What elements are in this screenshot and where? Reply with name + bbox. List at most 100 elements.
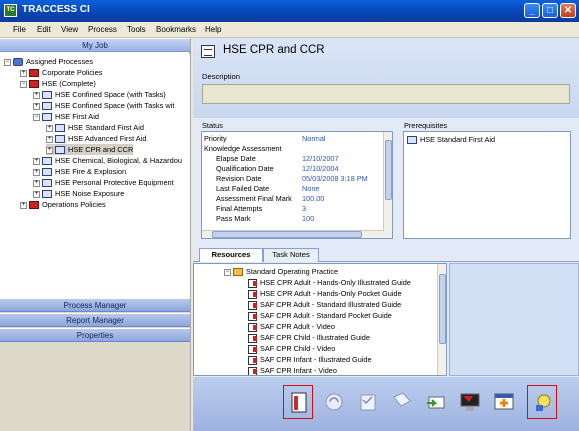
hint-button[interactable]	[527, 385, 557, 419]
tree-node[interactable]: − HSE (Complete)	[20, 78, 96, 89]
tree-node[interactable]: − HSE First Aid	[33, 111, 99, 122]
tree-node-selected[interactable]: + HSE CPR and CCR	[46, 144, 134, 155]
expand-icon[interactable]: +	[33, 157, 40, 165]
expand-icon[interactable]: +	[33, 168, 40, 176]
status-row: Qualification Date 12/10/2004	[216, 164, 339, 173]
status-row: Pass Mark 100	[216, 214, 315, 223]
menu-view[interactable]: View	[61, 25, 78, 34]
document-icon	[248, 300, 257, 310]
resource-item[interactable]: SAF CPR Adult - Standard Pocket Guide	[248, 310, 392, 321]
status-row: Elapse Date 12/10/2007	[216, 154, 339, 163]
tree-node[interactable]: + HSE Confined Space (with Tasks)	[33, 89, 166, 100]
resource-item[interactable]: SAF CPR Adult - Standard Illustrated Gui…	[248, 299, 401, 310]
open-document-button[interactable]	[283, 385, 313, 419]
resource-item[interactable]: SAF CPR Child - Illustrated Guide	[248, 332, 370, 343]
resource-folder[interactable]: − Standard Operating Practice	[224, 266, 338, 277]
expand-icon[interactable]: +	[33, 102, 40, 110]
notes-button[interactable]	[387, 385, 417, 419]
send-button[interactable]	[421, 385, 451, 419]
resource-item[interactable]: SAF CPR Adult - Video	[248, 321, 335, 332]
minimize-button[interactable]: _	[524, 3, 540, 18]
menu-bookmarks[interactable]: Bookmarks	[156, 25, 196, 34]
tree-node[interactable]: + Operations Policies	[20, 199, 106, 210]
collapse-icon[interactable]: −	[33, 113, 40, 121]
prerequisites-panel: HSE Standard First Aid	[403, 131, 571, 239]
tree-node[interactable]: + HSE Standard First Aid	[46, 122, 144, 133]
resource-item[interactable]: SAF CPR Infant - Video	[248, 365, 337, 375]
resources-scrollbar[interactable]	[437, 264, 446, 375]
broadcast-button[interactable]	[319, 385, 349, 419]
document-icon	[248, 355, 257, 365]
status-row: Final Attempts 3	[216, 204, 307, 213]
menu-file[interactable]: File	[13, 25, 26, 34]
menu-edit[interactable]: Edit	[37, 25, 51, 34]
tree-node[interactable]: + HSE Confined Space (with Tasks wit	[33, 100, 174, 111]
present-button[interactable]	[455, 385, 485, 419]
expand-icon[interactable]: +	[20, 201, 27, 209]
process-icon	[42, 102, 52, 111]
resource-item[interactable]: HSE CPR Adult - Hands-Only Pocket Guide	[248, 288, 402, 299]
status-scrollbar[interactable]	[383, 132, 392, 238]
process-icon	[55, 135, 65, 144]
tab-resources[interactable]: Resources	[199, 248, 263, 262]
process-title: HSE CPR and CCR	[223, 44, 325, 56]
process-manager-button[interactable]: Process Manager	[0, 298, 190, 312]
policy-icon	[29, 201, 39, 210]
menu-process[interactable]: Process	[88, 25, 117, 34]
expand-icon[interactable]: +	[46, 124, 53, 132]
process-doc-icon	[201, 45, 215, 58]
maximize-button[interactable]: □	[542, 3, 558, 18]
collapse-icon[interactable]: −	[4, 58, 11, 66]
scroll-thumb[interactable]	[439, 274, 446, 344]
process-icon	[407, 136, 417, 145]
close-button[interactable]: ✕	[560, 3, 576, 18]
status-row: Assessment Final Mark 100.00	[216, 194, 325, 203]
expand-icon[interactable]: +	[33, 91, 40, 99]
scroll-thumb[interactable]	[212, 231, 362, 238]
process-icon	[42, 113, 52, 122]
process-icon	[42, 157, 52, 166]
prerequisite-item[interactable]: HSE Standard First Aid	[407, 134, 495, 145]
tree-node[interactable]: + HSE Chemical, Biological, & Hazardou	[33, 155, 182, 166]
assessment-button[interactable]	[353, 385, 383, 419]
description-label: Description	[202, 72, 240, 81]
tree-node[interactable]: + HSE Noise Exposure	[33, 188, 124, 199]
description-field[interactable]	[202, 84, 570, 104]
group-icon	[13, 58, 23, 67]
add-record-button[interactable]	[489, 385, 519, 419]
tree-node[interactable]: + Corporate Policies	[20, 67, 102, 78]
send-mail-icon	[427, 396, 445, 409]
properties-button[interactable]: Properties	[0, 328, 190, 342]
resource-item[interactable]: HSE CPR Adult - Hands-Only Illustrated G…	[248, 277, 411, 288]
resource-item[interactable]: SAF CPR Child - Video	[248, 343, 335, 354]
resource-item[interactable]: SAF CPR Infant - Illustrated Guide	[248, 354, 372, 365]
tree-node[interactable]: − Assigned Processes	[4, 56, 93, 67]
menu-tools[interactable]: Tools	[127, 25, 146, 34]
expand-icon[interactable]: +	[33, 190, 40, 198]
collapse-icon[interactable]: −	[224, 268, 231, 276]
expand-icon[interactable]: +	[20, 69, 27, 77]
left-bottom-area: Process Manager Report Manager Propertie…	[0, 298, 190, 431]
expand-icon[interactable]: +	[33, 179, 40, 187]
tree-node[interactable]: + HSE Personal Protective Equipment	[33, 177, 174, 188]
video-icon	[248, 366, 257, 375]
document-icon	[291, 392, 307, 413]
status-hscrollbar[interactable]	[202, 230, 384, 238]
tree-node[interactable]: + HSE Fire & Explosion	[33, 166, 126, 177]
my-job-header[interactable]: My Job	[0, 38, 190, 52]
collapse-icon[interactable]: −	[20, 80, 27, 88]
app-icon: TC	[4, 4, 17, 17]
tree-node[interactable]: + HSE Advanced First Aid	[46, 133, 146, 144]
menu-help[interactable]: Help	[205, 25, 221, 34]
notes-icon	[393, 392, 411, 407]
video-icon	[248, 344, 257, 354]
scroll-thumb[interactable]	[385, 140, 392, 200]
report-manager-button[interactable]: Report Manager	[0, 313, 190, 327]
expand-icon[interactable]: +	[46, 146, 53, 154]
process-icon	[42, 91, 52, 100]
resources-panel: − Standard Operating Practice HSE CPR Adu…	[193, 263, 447, 376]
expand-icon[interactable]: +	[46, 135, 53, 143]
folder-icon	[233, 268, 243, 277]
video-icon	[248, 322, 257, 332]
tab-task-notes[interactable]: Task Notes	[263, 248, 319, 262]
